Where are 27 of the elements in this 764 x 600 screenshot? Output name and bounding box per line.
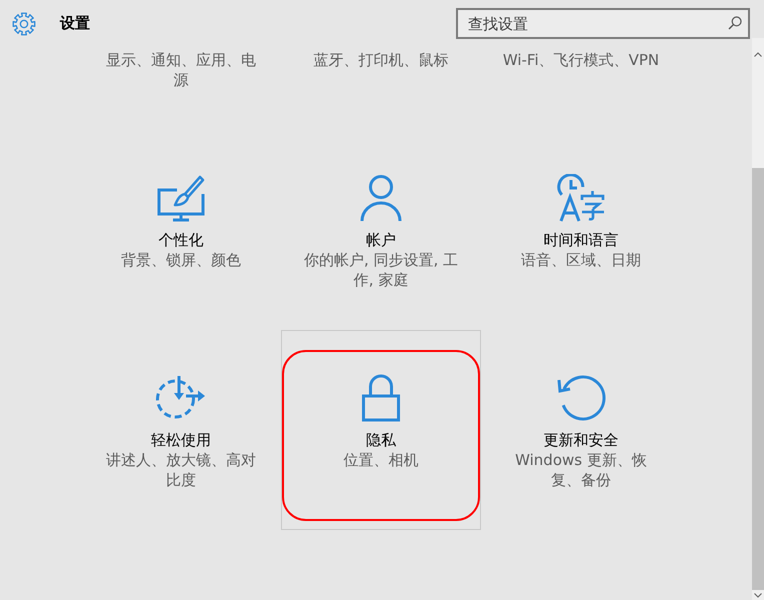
category-description: 语音、区域、日期 [521, 250, 641, 270]
page-title: 设置 [60, 14, 90, 33]
category-description: 位置、相机 [344, 450, 418, 470]
category-description: Wi-Fi、飞行模式、VPN [502, 50, 660, 70]
clock-letters-icon [557, 174, 605, 222]
category-description: 你的帐户, 同步设置, 工作, 家庭 [302, 250, 460, 290]
category-title: 个性化 [158, 230, 204, 250]
category-description: 讲述人、放大镜、高对比度 [105, 450, 257, 490]
search-icon[interactable] [728, 16, 742, 30]
settings-icon [12, 12, 36, 36]
category-title: 隐私 [366, 430, 396, 450]
search-field[interactable]: 查找设置 [456, 8, 750, 39]
scroll-up-icon[interactable] [754, 52, 762, 56]
category-title: 时间和语言 [544, 230, 618, 250]
category-description: Windows 更新、恢复、备份 [514, 450, 648, 490]
category-title: 轻松使用 [151, 430, 211, 450]
monitor-brush-icon [157, 174, 205, 222]
category-description: 蓝牙、打印机、鼠标 [314, 50, 448, 70]
category-description: 显示、通知、应用、电源 [105, 50, 257, 90]
category-title: 帐户 [366, 230, 396, 250]
scrollbar-thumb[interactable] [752, 168, 764, 590]
scroll-down-icon[interactable] [754, 592, 762, 598]
category-tile[interactable]: 隐私 位置、相机 [281, 330, 481, 530]
category-description: 背景、锁屏、颜色 [121, 250, 241, 270]
scrollbar-track[interactable] [752, 38, 764, 600]
category-title: 更新和安全 [544, 430, 618, 450]
circular-arrow-icon [555, 374, 607, 422]
